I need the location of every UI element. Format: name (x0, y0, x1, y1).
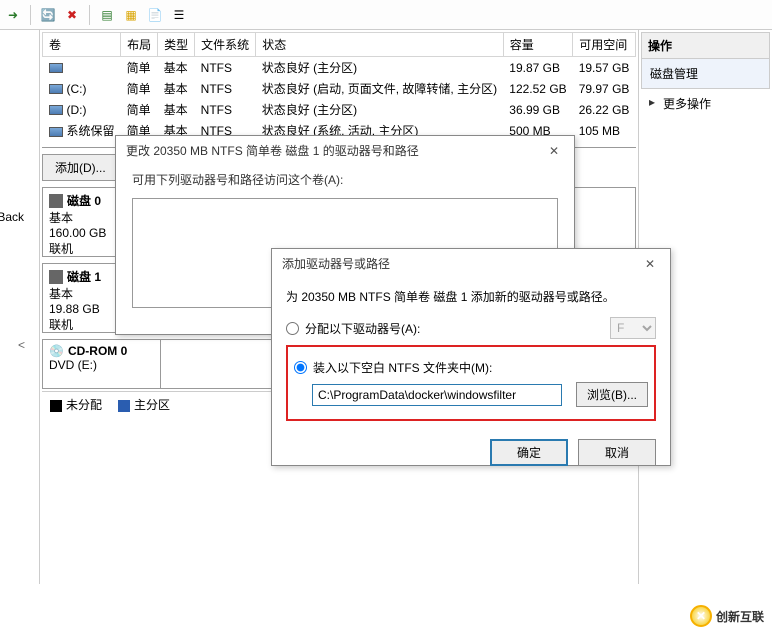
close-icon[interactable]: ✕ (544, 144, 564, 158)
disk-name: 磁盘 1 (67, 268, 101, 285)
column-header[interactable]: 状态 (256, 33, 504, 57)
assign-letter-radio[interactable] (286, 322, 299, 335)
column-header[interactable]: 卷 (43, 33, 121, 57)
actions-header: 操作 (641, 32, 770, 59)
dialog-message: 为 20350 MB NTFS 简单卷 磁盘 1 添加新的驱动器号或路径。 (286, 288, 656, 305)
column-header[interactable]: 容量 (503, 33, 572, 57)
mount-folder-radio[interactable] (294, 361, 307, 374)
assign-letter-label: 分配以下驱动器号(A): (305, 320, 604, 337)
disk-name: CD-ROM 0 (68, 344, 127, 358)
toolbar: ➜ 🔄 ✖ ▤ ▦ 📄 ☰ (0, 0, 772, 30)
dialog-label: 可用下列驱动器号和路径访问这个卷(A): (116, 165, 574, 194)
browse-button[interactable]: 浏览(B)... (576, 382, 648, 407)
add-button[interactable]: 添加(D)... (42, 154, 119, 181)
list-icon[interactable]: ☰ (170, 6, 188, 24)
properties-icon[interactable]: 📄 (146, 6, 164, 24)
table-row[interactable]: (C:)简单基本NTFS状态良好 (启动, 页面文件, 故障转储, 主分区)12… (43, 78, 636, 99)
ok-button[interactable]: 确定 (490, 439, 568, 466)
disk-icon (49, 270, 63, 284)
left-tree: r Back < (0, 30, 40, 584)
logo-text: 创新互联 (716, 608, 764, 625)
refresh-icon[interactable]: 🔄 (39, 6, 57, 24)
column-header[interactable]: 类型 (158, 33, 195, 57)
table-row[interactable]: (D:)简单基本NTFS状态良好 (主分区)36.99 GB26.22 GB (43, 99, 636, 120)
disk-sub: DVD (E:) (49, 358, 154, 372)
folder-path-input[interactable] (312, 384, 562, 406)
disk-icon (49, 194, 63, 208)
mount-folder-label: 装入以下空白 NTFS 文件夹中(M): (313, 359, 492, 376)
close-icon[interactable]: ✕ (640, 257, 660, 271)
cd-icon: 💿 (49, 344, 64, 358)
chart-icon[interactable]: ▤ (98, 6, 116, 24)
disk-name: 磁盘 0 (67, 192, 101, 209)
arrow-right-icon[interactable]: ➜ (4, 6, 22, 24)
delete-icon[interactable]: ✖ (63, 6, 81, 24)
new-doc-icon[interactable]: ▦ (122, 6, 140, 24)
table-row[interactable]: 简单基本NTFS状态良好 (主分区)19.87 GB19.57 GB (43, 57, 636, 79)
add-drive-dialog: 添加驱动器号或路径 ✕ 为 20350 MB NTFS 简单卷 磁盘 1 添加新… (271, 248, 671, 466)
logo-icon: ✕ (690, 605, 712, 627)
column-header[interactable]: 布局 (121, 33, 158, 57)
column-header[interactable]: 文件系统 (195, 33, 256, 57)
cancel-button[interactable]: 取消 (578, 439, 656, 466)
column-header[interactable]: 可用空间 (573, 33, 636, 57)
actions-section[interactable]: 磁盘管理 (641, 59, 770, 89)
legend-unallocated: 未分配 (50, 396, 102, 413)
left-label: r Back (0, 210, 24, 224)
more-actions[interactable]: 更多操作 (641, 89, 770, 118)
watermark-logo: ✕ 创新互联 (690, 605, 764, 627)
drive-letter-select[interactable]: F (610, 317, 656, 339)
dialog-title: 更改 20350 MB NTFS 简单卷 磁盘 1 的驱动器号和路径 (126, 142, 419, 159)
dialog-title: 添加驱动器号或路径 (282, 255, 390, 272)
volume-table: 卷布局类型文件系统状态容量可用空间 简单基本NTFS状态良好 (主分区)19.8… (42, 32, 636, 141)
legend-primary: 主分区 (118, 396, 170, 413)
chevron-left-icon[interactable]: < (18, 338, 25, 352)
